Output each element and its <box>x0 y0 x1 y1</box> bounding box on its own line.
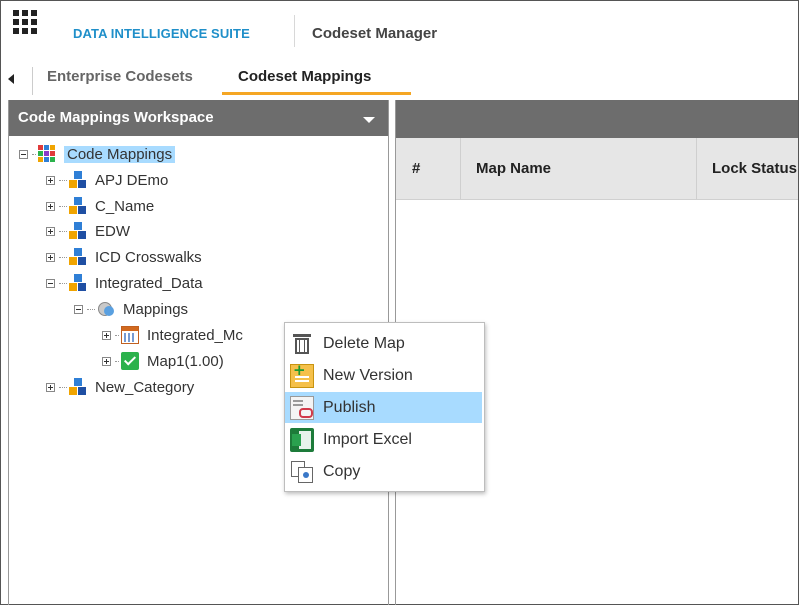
tab-divider <box>32 67 33 95</box>
app-title: Codeset Manager <box>312 25 438 42</box>
column-header-map-name[interactable]: Map Name <box>476 138 551 199</box>
app-header: DATA INTELLIGENCE SUITE Codeset Manager <box>1 1 797 59</box>
table-header: # Map Name Lock Status <box>396 138 798 200</box>
menu-item-label: New Version <box>323 366 413 384</box>
grid-menu-icon[interactable] <box>13 10 37 34</box>
menu-item-new-version[interactable]: New Version <box>285 360 482 391</box>
tree-label: Mappings <box>123 300 189 318</box>
category-icon <box>69 274 87 292</box>
category-icon <box>69 222 87 240</box>
tree-node-mappings-folder[interactable]: Mappings <box>74 298 188 320</box>
collapse-toggle-icon[interactable] <box>74 304 83 314</box>
menu-item-delete-map[interactable]: Delete Map <box>285 328 482 359</box>
expand-toggle-icon[interactable] <box>46 382 55 392</box>
tree-label: Integrated_Mc <box>147 326 243 344</box>
expand-toggle-icon[interactable] <box>46 201 55 211</box>
category-icon <box>69 197 87 215</box>
menu-item-publish[interactable]: Publish <box>285 392 482 423</box>
menu-item-copy[interactable]: Copy <box>285 456 482 487</box>
tree-node-category[interactable]: ICD Crosswalks <box>46 246 202 268</box>
category-icon <box>69 248 87 266</box>
tree-label: New_Category <box>95 378 195 396</box>
tree-label: C_Name <box>95 197 155 215</box>
tree-node-root[interactable]: Code Mappings <box>19 143 176 165</box>
menu-item-label: Copy <box>323 462 361 480</box>
brand-name: DATA INTELLIGENCE SUITE <box>73 26 250 41</box>
workspace-title: Code Mappings Workspace <box>18 109 214 126</box>
column-header-index[interactable]: # <box>412 138 420 199</box>
publish-icon <box>290 395 314 420</box>
active-tab-indicator <box>222 92 411 95</box>
calendar-icon <box>121 326 139 344</box>
code-mappings-icon <box>38 145 56 163</box>
tree-node-category[interactable]: APJ DEmo <box>46 169 168 191</box>
tree-node-category[interactable]: Integrated_Data <box>46 272 203 294</box>
chevron-down-icon[interactable] <box>363 117 375 123</box>
expand-toggle-icon[interactable] <box>102 356 111 366</box>
collapse-toggle-icon[interactable] <box>19 149 28 159</box>
tree-node-mapping[interactable]: Map1(1.00) <box>102 350 224 372</box>
column-header-lock-status[interactable]: Lock Status <box>712 138 797 199</box>
category-icon <box>69 171 87 189</box>
copy-icon <box>290 460 314 484</box>
tree-node-mapping[interactable]: Integrated_Mc <box>102 324 243 346</box>
column-divider <box>460 138 461 199</box>
tree-label: Code Mappings <box>64 145 176 163</box>
tree-label: Map1(1.00) <box>147 352 224 370</box>
checkmark-icon <box>121 352 139 370</box>
header-divider <box>294 15 295 47</box>
workspace-header[interactable]: Code Mappings Workspace <box>9 100 388 136</box>
tree-node-category[interactable]: New_Category <box>46 376 194 398</box>
context-menu: Delete Map New Version Publish Import Ex… <box>284 322 485 492</box>
tree-node-category[interactable]: C_Name <box>46 195 154 217</box>
new-version-icon <box>290 361 314 388</box>
tree-label: Integrated_Data <box>95 274 203 292</box>
collapse-toggle-icon[interactable] <box>46 278 55 288</box>
expand-toggle-icon[interactable] <box>46 175 55 185</box>
mappings-icon <box>97 300 115 318</box>
tree-label: EDW <box>95 222 130 240</box>
tree-label: ICD Crosswalks <box>95 248 202 266</box>
trash-icon <box>290 332 314 356</box>
tree-label: APJ DEmo <box>95 171 169 189</box>
expand-toggle-icon[interactable] <box>102 330 111 340</box>
menu-item-label: Publish <box>323 398 376 416</box>
grid-toolbar <box>396 100 798 138</box>
menu-item-label: Delete Map <box>323 334 405 352</box>
tab-codeset-mappings[interactable]: Codeset Mappings <box>238 68 371 85</box>
column-divider <box>696 138 697 199</box>
excel-icon <box>290 427 314 452</box>
expand-toggle-icon[interactable] <box>46 226 55 236</box>
scroll-left-arrow-icon[interactable] <box>8 74 14 84</box>
menu-item-import-excel[interactable]: Import Excel <box>285 424 482 455</box>
tab-enterprise-codesets[interactable]: Enterprise Codesets <box>47 68 193 85</box>
menu-item-label: Import Excel <box>323 430 412 448</box>
category-icon <box>69 378 87 396</box>
tree-node-category[interactable]: EDW <box>46 220 130 242</box>
expand-toggle-icon[interactable] <box>46 252 55 262</box>
